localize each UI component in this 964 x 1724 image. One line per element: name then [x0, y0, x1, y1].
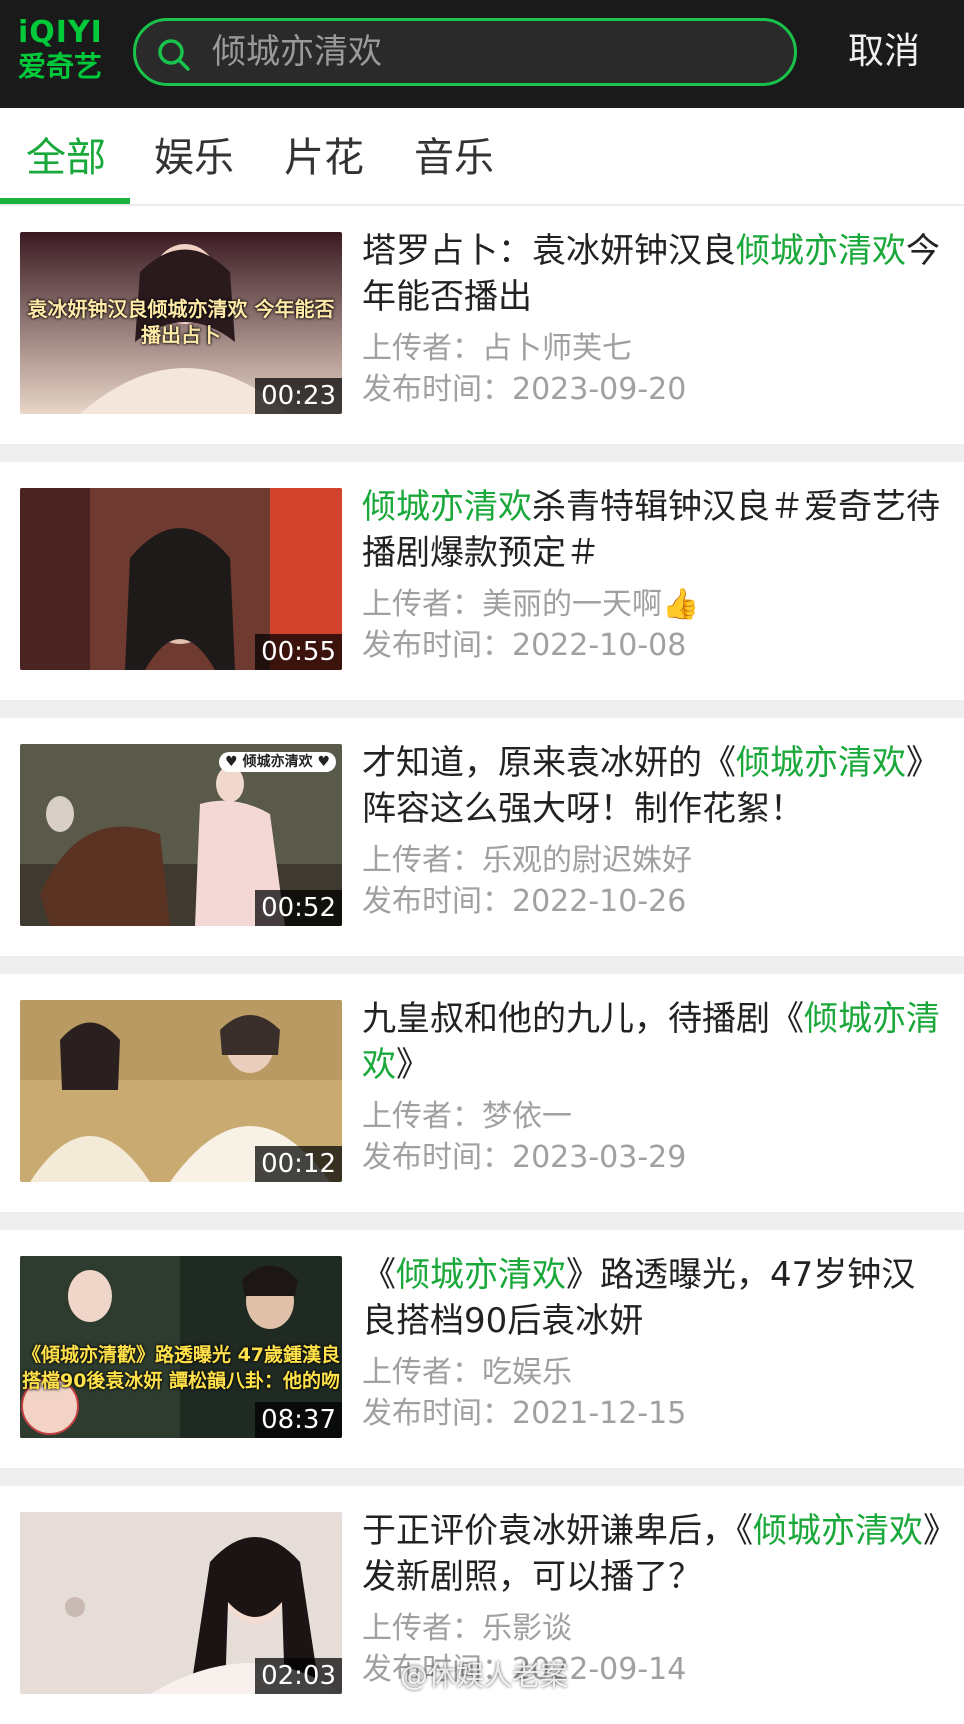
video-thumbnail[interactable]: 02:03	[20, 1512, 342, 1694]
video-thumbnail[interactable]: ♥ 倾城亦清欢 ♥ 00:52	[20, 744, 342, 926]
thumbnail-caption: 《傾城亦清歡》路透曝光 47歲鍾漢良搭檔90後袁冰妍 譚松韻八卦：他的吻	[21, 1344, 341, 1392]
divider	[0, 956, 964, 974]
tab-all[interactable]: 全部	[26, 130, 106, 186]
category-tabs: 全部 娱乐 片花 音乐	[0, 108, 964, 206]
video-title[interactable]: 于正评价袁冰妍谦卑后，《倾城亦清欢》发新剧照，可以播了？	[362, 1508, 942, 1600]
thumbnail-caption: 袁冰妍钟汉良倾城亦清欢 今年能否播出占卜	[27, 297, 335, 347]
video-thumbnail[interactable]: 《傾城亦清歡》路透曝光 47歲鍾漢良搭檔90後袁冰妍 譚松韻八卦：他的吻 08:…	[20, 1256, 342, 1438]
result-item[interactable]: 00:55 倾城亦清欢杀青特辑钟汉良＃爱奇艺待播剧爆款预定＃ 上传者：美丽的一天…	[0, 462, 964, 700]
title-text: 才知道，原来袁冰妍的《	[362, 743, 736, 783]
tab-music[interactable]: 音乐	[414, 130, 494, 186]
video-duration: 00:52	[255, 890, 342, 926]
title-text: 塔罗占卜：袁冰妍钟汉良	[362, 231, 736, 271]
iqiyi-logo[interactable]: iQIYI 爱奇艺	[18, 16, 104, 86]
search-box[interactable]	[133, 18, 797, 86]
video-duration: 00:23	[255, 378, 342, 414]
result-item[interactable]: ♥ 倾城亦清欢 ♥ 00:52 才知道，原来袁冰妍的《倾城亦清欢》阵容这么强大呀…	[0, 718, 964, 956]
search-input[interactable]	[212, 27, 772, 77]
title-highlight: 倾城亦清欢	[736, 743, 906, 783]
video-title[interactable]: 九皇叔和他的九儿，待播剧《倾城亦清欢》	[362, 996, 942, 1088]
uploader: 上传者：乐影谈	[362, 1611, 572, 1646]
video-duration: 00:55	[255, 634, 342, 670]
active-tab-indicator	[0, 198, 130, 204]
result-item[interactable]: 00:12 九皇叔和他的九儿，待播剧《倾城亦清欢》 上传者：梦依一 发布时间：2…	[0, 974, 964, 1212]
title-highlight: 欢	[889, 1511, 923, 1551]
divider	[0, 700, 964, 718]
publish-date: 发布时间：2023-03-29	[362, 1140, 687, 1175]
publish-date: 发布时间：2021-12-15	[362, 1396, 687, 1431]
uploader: 上传者：吃娱乐	[362, 1355, 572, 1390]
video-title[interactable]: 《倾城亦清欢》路透曝光，47岁钟汉良搭档90后袁冰妍	[362, 1252, 942, 1344]
title-text: 《	[362, 1255, 396, 1295]
video-duration: 08:37	[255, 1402, 342, 1438]
video-thumbnail[interactable]: 袁冰妍钟汉良倾城亦清欢 今年能否播出占卜 00:23	[20, 232, 342, 414]
thumbnail-caption: ♥ 倾城亦清欢 ♥	[219, 752, 336, 772]
uploader: 上传者：乐观的尉迟姝好	[362, 843, 692, 878]
uploader: 上传者：美丽的一天啊👍	[362, 587, 700, 622]
uploader: 上传者：占卜师芙七	[362, 331, 632, 366]
divider	[0, 1468, 964, 1486]
weibo-watermark: @休娱人老案	[400, 1659, 569, 1692]
video-duration: 02:03	[255, 1658, 342, 1694]
video-duration: 00:12	[255, 1146, 342, 1182]
tab-entertainment[interactable]: 娱乐	[154, 130, 234, 186]
video-title[interactable]: 倾城亦清欢杀青特辑钟汉良＃爱奇艺待播剧爆款预定＃	[362, 484, 942, 576]
search-icon	[158, 39, 190, 71]
divider	[0, 444, 964, 462]
publish-date: 发布时间：2022-10-08	[362, 628, 687, 663]
title-text: 九皇叔和他的九儿，待播剧《	[362, 999, 804, 1039]
title-highlight: 倾城亦清欢	[396, 1255, 566, 1295]
title-highlight: 倾城亦清欢	[736, 231, 906, 271]
cancel-button[interactable]: 取消	[848, 26, 920, 78]
tab-trailer[interactable]: 片花	[284, 130, 364, 186]
result-item[interactable]: 袁冰妍钟汉良倾城亦清欢 今年能否播出占卜 00:23 塔罗占卜：袁冰妍钟汉良倾城…	[0, 206, 964, 444]
video-thumbnail[interactable]: 00:12	[20, 1000, 342, 1182]
top-bar: iQIYI 爱奇艺 取消	[0, 0, 964, 108]
title-highlight: 倾城亦清欢	[362, 487, 532, 527]
logo-text-en: iQIYI	[18, 15, 103, 50]
title-text: 》	[396, 1045, 430, 1085]
title-highlight: 倾城亦清	[753, 1511, 889, 1551]
logo-text-cn: 爱奇艺	[18, 50, 103, 83]
results-list: 袁冰妍钟汉良倾城亦清欢 今年能否播出占卜 00:23 塔罗占卜：袁冰妍钟汉良倾城…	[0, 206, 964, 1724]
publish-date: 发布时间：2023-09-20	[362, 372, 687, 407]
title-text: 于正评价袁冰妍谦卑后，《	[362, 1511, 753, 1551]
result-item[interactable]: 《傾城亦清歡》路透曝光 47歲鍾漢良搭檔90後袁冰妍 譚松韻八卦：他的吻 08:…	[0, 1230, 964, 1468]
divider	[0, 1212, 964, 1230]
video-title[interactable]: 才知道，原来袁冰妍的《倾城亦清欢》阵容这么强大呀！制作花絮！	[362, 740, 942, 832]
video-thumbnail[interactable]: 00:55	[20, 488, 342, 670]
uploader: 上传者：梦依一	[362, 1099, 572, 1134]
publish-date: 发布时间：2022-10-26	[362, 884, 687, 919]
video-title[interactable]: 塔罗占卜：袁冰妍钟汉良倾城亦清欢今年能否播出	[362, 228, 942, 320]
